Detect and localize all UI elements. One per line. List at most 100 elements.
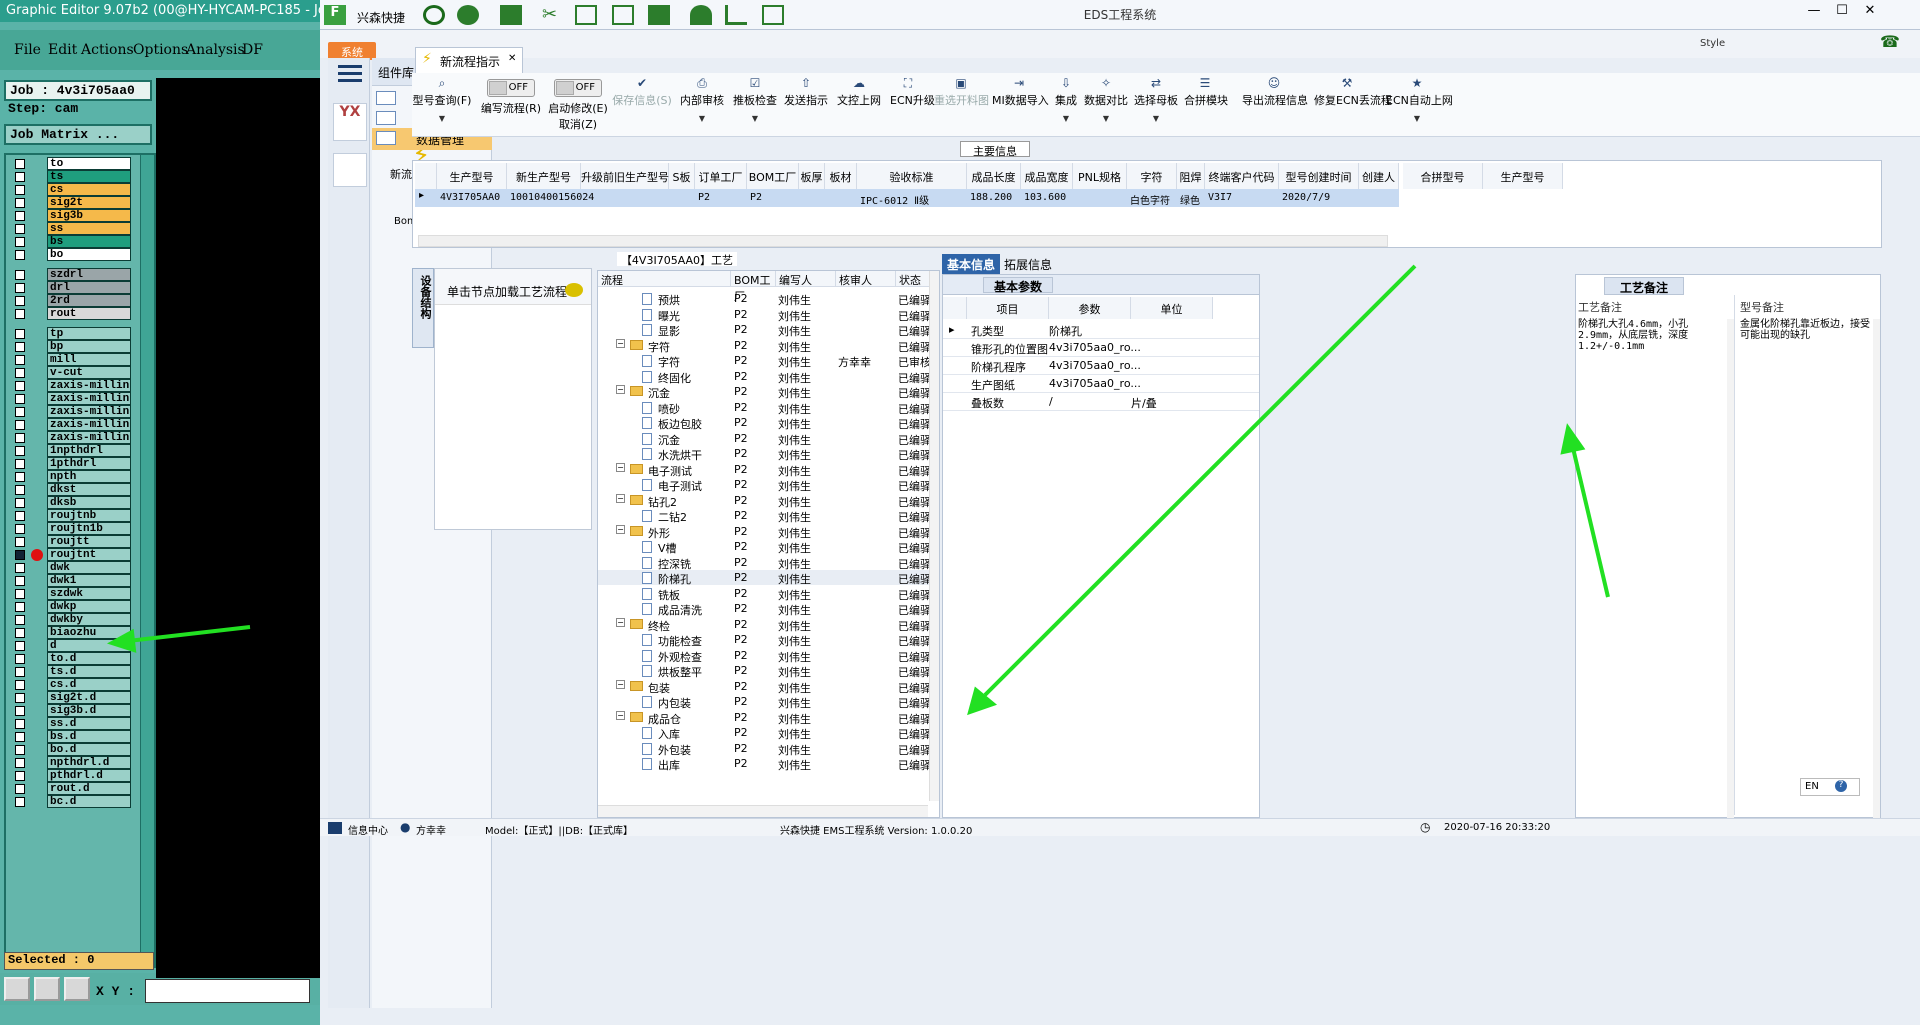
layer-checkbox[interactable] xyxy=(15,615,25,625)
grid-cell[interactable] xyxy=(828,189,857,207)
layer-checkbox[interactable] xyxy=(15,602,25,612)
tree-leaf-row[interactable]: 预烘 P2 刘伟生 已编驿 xyxy=(598,291,939,307)
layer-checkbox[interactable] xyxy=(15,329,25,339)
tree-leaf-row[interactable]: 字符 P2 刘伟生 方幸幸 已审核 xyxy=(598,353,939,369)
layer-row[interactable]: dwkp xyxy=(9,600,131,613)
layer-checkbox[interactable] xyxy=(15,407,25,417)
layer-name[interactable]: dksb xyxy=(47,496,131,509)
layer-row[interactable]: dwk1 xyxy=(9,574,131,587)
layer-checkbox[interactable] xyxy=(15,342,25,352)
yx-logo-icon[interactable]: YX xyxy=(333,103,367,141)
param-value[interactable]: 4v3i705aa0_ro... xyxy=(1049,341,1141,354)
param-row[interactable]: 叠板数 / 片/叠 xyxy=(943,393,1259,411)
layer-row[interactable]: 1npthdrl xyxy=(9,444,131,457)
tree-group-row[interactable]: − 沉金 P2 刘伟生 已编驿 xyxy=(598,384,939,400)
layer-checkbox[interactable] xyxy=(15,680,25,690)
layer-name[interactable]: roujtnb xyxy=(47,509,131,522)
chevron-down-icon[interactable]: ▼ xyxy=(412,114,472,123)
zoom-box-button[interactable] xyxy=(4,977,30,1001)
layer-checkbox[interactable] xyxy=(15,446,25,456)
layer-name[interactable]: biaozhu xyxy=(47,626,131,639)
layer-row[interactable]: roujtt xyxy=(9,535,131,548)
tree-leaf-row[interactable]: 烘板整平 P2 刘伟生 已编驿 xyxy=(598,663,939,679)
layer-name[interactable]: bo.d xyxy=(47,743,131,756)
layer-name[interactable]: zaxis-millin xyxy=(47,418,131,431)
layer-checkbox[interactable] xyxy=(15,283,25,293)
tree-group-row[interactable]: − 成品仓 P2 刘伟生 已编驿 xyxy=(598,710,939,726)
tree-group-row[interactable]: − 外形 P2 刘伟生 已编驿 xyxy=(598,524,939,540)
toolbar-button[interactable]: ⇩ 集成 ▼ xyxy=(1052,73,1080,137)
tree-group-row[interactable]: − 终检 P2 刘伟生 已编驿 xyxy=(598,617,939,633)
layer-checkbox[interactable] xyxy=(15,784,25,794)
layer-checkbox[interactable] xyxy=(15,472,25,482)
tree-group-row[interactable]: − 钻孔2 P2 刘伟生 已编驿 xyxy=(598,493,939,509)
layer-row[interactable]: ts.d xyxy=(9,665,131,678)
layer-name[interactable]: 1npthdrl xyxy=(47,444,131,457)
grid-col-header[interactable]: 生产型号 xyxy=(437,163,507,189)
layer-row[interactable]: zaxis-millin xyxy=(9,431,131,444)
device-structure-tab[interactable]: 设备结构 xyxy=(412,268,434,348)
tab-basic-info[interactable]: 基本信息 xyxy=(942,254,1000,274)
menu-analysis[interactable]: Analysis xyxy=(186,42,245,58)
layer-checkbox[interactable] xyxy=(15,224,25,234)
collapse-icon[interactable]: − xyxy=(616,493,625,503)
layer-checkbox[interactable] xyxy=(15,172,25,182)
layer-name[interactable]: dkst xyxy=(47,483,131,496)
layer-name[interactable]: dwk1 xyxy=(47,574,131,587)
tree-leaf-row[interactable]: 外包装 P2 刘伟生 已编驿 xyxy=(598,741,939,757)
chevron-down-icon[interactable]: ▼ xyxy=(732,114,778,123)
layer-row[interactable]: drl xyxy=(9,281,131,294)
layer-checkbox[interactable] xyxy=(15,719,25,729)
collapse-icon[interactable]: − xyxy=(616,524,625,534)
grid-col-header[interactable]: 订单工厂 xyxy=(695,163,747,189)
tree-leaf-row[interactable]: 外观检查 P2 刘伟生 已编驿 xyxy=(598,648,939,664)
tree-col-header[interactable]: 核审人 xyxy=(836,271,896,287)
model-remark-text[interactable]: 金属化阶梯孔靠近板边，接受可能出现的缺孔 xyxy=(1740,319,1875,341)
param-row[interactable]: 锥形孔的位置图 4v3i705aa0_ro... xyxy=(943,339,1259,357)
close-icon[interactable]: ✕ xyxy=(508,53,516,64)
menu-df[interactable]: DF xyxy=(242,42,263,58)
tree-leaf-row[interactable]: 显影 P2 刘伟生 已编驿 xyxy=(598,322,939,338)
layer-name[interactable]: d xyxy=(47,639,131,652)
toolbar-button[interactable]: ⇄ 选择母板 ▼ xyxy=(1134,73,1178,137)
chevron-down-icon[interactable]: ▼ xyxy=(1084,114,1128,123)
layer-checkbox[interactable] xyxy=(15,563,25,573)
layer-checkbox[interactable] xyxy=(15,394,25,404)
toggle-switch[interactable]: OFF xyxy=(487,79,535,97)
layer-name[interactable]: zaxis-millin xyxy=(47,392,131,405)
layer-name[interactable]: rout xyxy=(47,307,131,320)
layer-name[interactable]: sig3b.d xyxy=(47,704,131,717)
layer-name[interactable]: bo xyxy=(47,248,131,261)
layer-name[interactable]: rout.d xyxy=(47,782,131,795)
layer-name[interactable]: zaxis-millin xyxy=(47,405,131,418)
graphic-canvas[interactable] xyxy=(156,78,320,978)
grid-col-header[interactable]: 新生产型号 xyxy=(507,163,581,189)
toolbar-button[interactable]: ⌕ 型号查询(F) ▼ xyxy=(412,73,472,137)
grid-col-header[interactable]: BOM工厂 xyxy=(747,163,799,189)
layer-name[interactable]: bc.d xyxy=(47,795,131,808)
grid-col-header[interactable]: 字符 xyxy=(1127,163,1177,189)
tree-leaf-row[interactable]: 终固化 P2 刘伟生 已编驿 xyxy=(598,369,939,385)
grid-cell[interactable] xyxy=(1362,189,1399,207)
layer-checkbox[interactable] xyxy=(15,250,25,260)
layer-name[interactable]: roujtnt xyxy=(47,548,131,561)
param-value[interactable]: / xyxy=(1049,395,1053,408)
layer-checkbox[interactable] xyxy=(15,355,25,365)
grid-col-header[interactable]: 型号创建时间 xyxy=(1279,163,1359,189)
layer-checkbox[interactable] xyxy=(15,498,25,508)
layer-row[interactable]: bc.d xyxy=(9,795,131,808)
tree-leaf-row[interactable]: 板边包胶 P2 刘伟生 已编驿 xyxy=(598,415,939,431)
chevron-down-icon[interactable]: ▼ xyxy=(680,114,724,123)
collapse-icon[interactable]: − xyxy=(616,710,625,720)
minimize-icon[interactable]: — xyxy=(1800,3,1828,18)
grid-col-header[interactable]: 成品长度 xyxy=(967,163,1021,189)
layer-checkbox[interactable] xyxy=(15,296,25,306)
layer-row[interactable]: to.d xyxy=(9,652,131,665)
layer-row[interactable]: bs.d xyxy=(9,730,131,743)
maximize-icon[interactable]: ☐ xyxy=(1828,3,1856,18)
job-matrix-button[interactable]: Job Matrix ... xyxy=(4,124,152,145)
layer-checkbox[interactable] xyxy=(15,159,25,169)
layer-name[interactable]: 2rd xyxy=(47,294,131,307)
layer-checkbox[interactable] xyxy=(15,576,25,586)
layer-row[interactable]: sig3b.d xyxy=(9,704,131,717)
